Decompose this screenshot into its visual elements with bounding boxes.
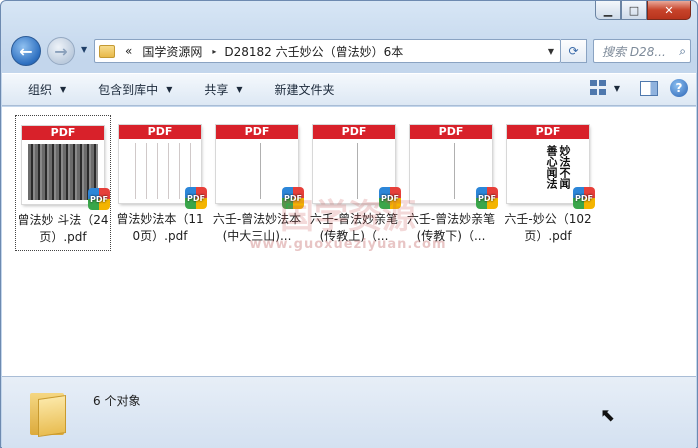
include-library-label: 包含到库中 xyxy=(98,83,159,97)
organize-label: 组织 xyxy=(28,83,53,97)
address-bar[interactable]: « 国学资源网 ▸ D28182 六壬妙公（曾法妙）6本 ▼ xyxy=(94,39,561,63)
pdf-app-icon: PDF xyxy=(379,187,401,209)
file-name: 六壬-妙公（102页）.pdf xyxy=(504,212,592,243)
caption-buttons: ▁ □ ✕ xyxy=(595,1,691,20)
file-item[interactable]: PDF 妙法不闻 善心闻法 PDF 六壬-妙公（102页）.pdf xyxy=(500,115,596,251)
pdf-band: PDF xyxy=(119,125,201,139)
pdf-app-icon: PDF xyxy=(476,187,498,209)
file-item[interactable]: PDF PDF 六壬-曾法妙亲笔(传教上)（... xyxy=(306,115,402,251)
file-name: 六壬-曾法妙亲笔(传教上)（... xyxy=(309,212,399,243)
include-in-library-menu[interactable]: 包含到库中 ▼ xyxy=(98,81,172,98)
mouse-cursor-icon: ⬉ xyxy=(600,405,616,426)
pdf-thumbnail: PDF PDF xyxy=(216,125,304,209)
search-icon[interactable]: ⌕ xyxy=(679,44,686,59)
breadcrumb-separator-icon[interactable]: ▸ xyxy=(212,47,216,56)
navigation-row: ← → ▼ « 国学资源网 ▸ D28182 六壬妙公（曾法妙）6本 ▼ ⟳ 搜… xyxy=(9,35,691,67)
pdf-band: PDF xyxy=(313,125,395,139)
pdf-band: PDF xyxy=(22,126,104,140)
back-button[interactable]: ← xyxy=(11,36,41,66)
folder-icon xyxy=(30,389,70,437)
refresh-icon: ⟳ xyxy=(568,44,579,58)
organize-menu[interactable]: 组织 ▼ xyxy=(28,81,66,98)
explorer-window: ▁ □ ✕ ← → ▼ « 国学资源网 ▸ D28182 六壬妙公（曾法妙）6本… xyxy=(0,0,698,448)
pdf-thumbnail: PDF PDF xyxy=(22,126,110,210)
file-item[interactable]: PDF PDF 六壬-曾法妙亲笔(传教下)（... xyxy=(403,115,499,251)
share-menu[interactable]: 共享 ▼ xyxy=(204,81,242,98)
file-list-pane[interactable]: PDF PDF 曾法妙 斗法（24页）.pdf PDF PDF 曾法妙法本（11… xyxy=(2,107,696,376)
preview-pane-icon[interactable] xyxy=(640,80,658,96)
change-view-icon[interactable] xyxy=(589,80,608,96)
chevron-down-icon: ▼ xyxy=(60,85,67,94)
pdf-app-icon: PDF xyxy=(185,187,207,209)
file-name: 曾法妙法本（110页）.pdf xyxy=(116,212,204,243)
file-name: 曾法妙 斗法（24页）.pdf xyxy=(17,213,109,244)
help-icon[interactable]: ? xyxy=(670,79,688,97)
chevron-down-icon: ▼ xyxy=(236,85,243,94)
pdf-band: PDF xyxy=(507,125,589,139)
search-placeholder: 搜索 D28... xyxy=(602,44,666,59)
pdf-app-icon: PDF xyxy=(573,187,595,209)
view-options-dropdown[interactable]: ▼ xyxy=(614,84,620,93)
address-dropdown-icon[interactable]: ▼ xyxy=(548,47,554,56)
recent-pages-dropdown[interactable]: ▼ xyxy=(81,45,87,54)
pdf-app-icon: PDF xyxy=(282,187,304,209)
maximize-button[interactable]: □ xyxy=(621,1,647,20)
item-count: 6 个对象 xyxy=(93,394,141,408)
close-button[interactable]: ✕ xyxy=(647,1,691,20)
pdf-thumbnail: PDF PDF xyxy=(119,125,207,209)
refresh-button[interactable]: ⟳ xyxy=(561,39,587,63)
breadcrumb-overflow[interactable]: « xyxy=(125,44,132,58)
folder-icon xyxy=(99,44,115,58)
calligraphy-text: 妙法不闻 善心闻法 xyxy=(545,145,571,189)
file-item[interactable]: PDF PDF 曾法妙 斗法（24页）.pdf xyxy=(15,115,111,251)
command-bar: 组织 ▼ 包含到库中 ▼ 共享 ▼ 新建文件夹 ▼ ? xyxy=(2,73,696,106)
chevron-down-icon: ▼ xyxy=(166,85,173,94)
view-controls: ▼ ? xyxy=(589,79,688,97)
forward-arrow-icon: → xyxy=(54,41,68,61)
pdf-thumbnail: PDF PDF xyxy=(313,125,401,209)
new-folder-button[interactable]: 新建文件夹 xyxy=(275,81,335,98)
pdf-app-icon: PDF xyxy=(88,188,110,210)
new-folder-label: 新建文件夹 xyxy=(274,83,335,97)
pdf-thumbnail: PDF PDF xyxy=(410,125,498,209)
pdf-thumbnail: PDF 妙法不闻 善心闻法 PDF xyxy=(507,125,595,209)
breadcrumb: « 国学资源网 ▸ D28182 六壬妙公（曾法妙）6本 xyxy=(125,43,403,60)
pdf-band: PDF xyxy=(410,125,492,139)
minimize-button[interactable]: ▁ xyxy=(595,1,621,20)
search-input[interactable]: 搜索 D28... ⌕ xyxy=(593,39,691,63)
file-name: 六壬-曾法妙亲笔(传教下)（... xyxy=(406,212,496,243)
breadcrumb-item-current[interactable]: D28182 六壬妙公（曾法妙）6本 xyxy=(224,43,403,60)
details-pane: 6 个对象 ⬉ xyxy=(2,376,696,448)
pdf-band: PDF xyxy=(216,125,298,139)
forward-button[interactable]: → xyxy=(47,37,75,65)
share-label: 共享 xyxy=(204,83,229,97)
back-arrow-icon: ← xyxy=(19,41,33,61)
file-item[interactable]: PDF PDF 曾法妙法本（110页）.pdf xyxy=(112,115,208,251)
file-name: 六壬-曾法妙法本(中大三山)... xyxy=(212,212,302,243)
file-item[interactable]: PDF PDF 六壬-曾法妙法本(中大三山)... xyxy=(209,115,305,251)
breadcrumb-item-root[interactable]: 国学资源网 xyxy=(142,43,202,60)
